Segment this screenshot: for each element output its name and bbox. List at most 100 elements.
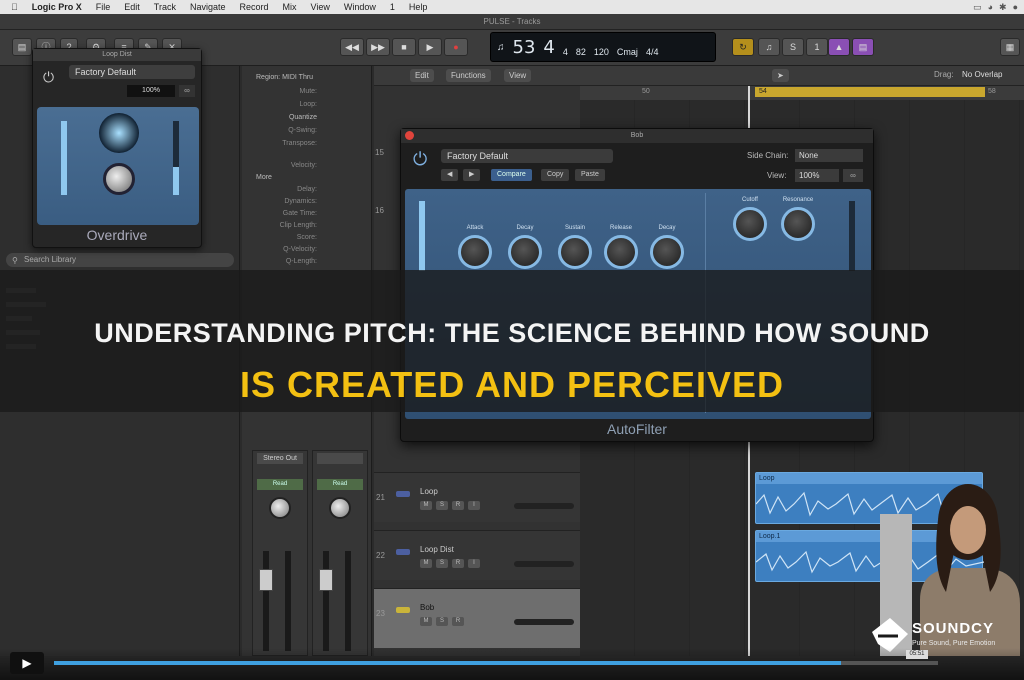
solo-button[interactable]: S bbox=[436, 501, 448, 510]
input-monitor-button[interactable]: I bbox=[468, 501, 480, 510]
mute-button[interactable]: M bbox=[420, 617, 432, 626]
paste-button[interactable]: Paste bbox=[575, 169, 605, 181]
browsers-button[interactable]: ▦ bbox=[1000, 38, 1020, 56]
functions-menu[interactable]: Functions bbox=[446, 69, 491, 82]
tone-knob[interactable] bbox=[103, 163, 135, 195]
record-enable-button[interactable]: R bbox=[452, 559, 464, 568]
view-percentage[interactable]: 100% bbox=[127, 85, 175, 97]
link-icon[interactable]: ∞ bbox=[179, 85, 195, 97]
sustain-knob[interactable] bbox=[558, 235, 592, 269]
copy-button[interactable]: Copy bbox=[541, 169, 570, 181]
channel-output-label[interactable]: Stereo Out bbox=[257, 453, 303, 464]
view-menu[interactable]: View bbox=[504, 69, 532, 82]
output-slider[interactable] bbox=[849, 201, 855, 271]
apple-icon[interactable]:  bbox=[4, 2, 25, 12]
volume-fader-track[interactable] bbox=[323, 551, 329, 651]
track-name[interactable]: Loop Dist bbox=[420, 545, 454, 554]
volume-fader-track[interactable] bbox=[263, 551, 269, 651]
menu-app-name[interactable]: Logic Pro X bbox=[25, 2, 89, 12]
record-enable-button[interactable]: R bbox=[452, 501, 464, 510]
plugin-window-title[interactable]: Bob bbox=[401, 129, 873, 143]
track-name[interactable]: Loop bbox=[420, 487, 438, 496]
drag-label: Drag: bbox=[934, 70, 954, 79]
fast-forward-button[interactable]: ▶▶ bbox=[366, 38, 390, 56]
compare-button[interactable]: Compare bbox=[491, 169, 532, 181]
solo-button[interactable]: S bbox=[436, 617, 448, 626]
power-icon[interactable]: ⏻ bbox=[413, 149, 427, 170]
track-volume-slider[interactable] bbox=[514, 503, 574, 509]
track-volume-slider[interactable] bbox=[514, 561, 574, 567]
bluetooth-icon[interactable]: ✱ bbox=[999, 2, 1007, 13]
display-icon[interactable]: ▭ bbox=[973, 2, 982, 13]
channel-output-label[interactable] bbox=[317, 453, 363, 464]
cycle-region[interactable]: 54 bbox=[755, 87, 985, 97]
side-chain-select[interactable]: None bbox=[795, 149, 863, 162]
search-library-input[interactable]: Search Library bbox=[6, 253, 234, 267]
menu-1[interactable]: 1 bbox=[383, 2, 402, 12]
close-icon[interactable] bbox=[405, 131, 414, 140]
track-row[interactable]: 21 Loop M S R I bbox=[374, 472, 580, 522]
track-row-selected[interactable]: 23 Bob M S R bbox=[374, 588, 580, 648]
menu-mix[interactable]: Mix bbox=[276, 2, 304, 12]
menu-edit[interactable]: Edit bbox=[117, 2, 147, 12]
track-name[interactable]: Bob bbox=[420, 603, 434, 612]
next-preset-button[interactable]: ▶ bbox=[463, 169, 481, 181]
solo-button[interactable]: S bbox=[436, 559, 448, 568]
record-button[interactable]: ● bbox=[444, 38, 468, 56]
attack-knob[interactable] bbox=[458, 235, 492, 269]
track-volume-slider[interactable] bbox=[514, 619, 574, 625]
resonance-knob[interactable] bbox=[781, 207, 815, 241]
view-zoom-select[interactable]: 100% bbox=[795, 169, 839, 182]
menu-file[interactable]: File bbox=[89, 2, 118, 12]
stop-button[interactable]: ■ bbox=[392, 38, 416, 56]
pan-knob[interactable] bbox=[269, 497, 291, 519]
inspector-region-header[interactable]: Region: MIDI Thru bbox=[256, 74, 313, 81]
link-icon[interactable]: ∞ bbox=[843, 169, 863, 182]
wifi-icon[interactable]: ◕ bbox=[988, 2, 993, 13]
mute-button[interactable]: M bbox=[420, 559, 432, 568]
threshold-slider[interactable] bbox=[419, 201, 425, 271]
edit-menu[interactable]: Edit bbox=[410, 69, 434, 82]
previous-preset-button[interactable]: ◀ bbox=[441, 169, 459, 181]
preset-menu[interactable]: Factory Default bbox=[69, 65, 195, 79]
notepad-button[interactable]: ▤ bbox=[852, 38, 874, 56]
volume-fader-handle[interactable] bbox=[259, 569, 273, 591]
video-play-button[interactable]: ▶ bbox=[10, 652, 44, 674]
metronome-button[interactable]: ▲ bbox=[828, 38, 850, 56]
menu-navigate[interactable]: Navigate bbox=[183, 2, 233, 12]
menu-record[interactable]: Record bbox=[233, 2, 276, 12]
automation-mode[interactable]: Read bbox=[317, 479, 363, 490]
release-knob[interactable] bbox=[604, 235, 638, 269]
rewind-button[interactable]: ◀◀ bbox=[340, 38, 364, 56]
video-progress-bar[interactable] bbox=[54, 661, 938, 665]
play-button[interactable]: ▶ bbox=[418, 38, 442, 56]
drive-slider[interactable] bbox=[61, 121, 67, 195]
cutoff-knob[interactable] bbox=[733, 207, 767, 241]
menu-view[interactable]: View bbox=[304, 2, 337, 12]
track-row[interactable]: 22 Loop Dist M S R I bbox=[374, 530, 580, 580]
mute-button[interactable]: M bbox=[420, 501, 432, 510]
menu-help[interactable]: Help bbox=[402, 2, 435, 12]
drag-mode-value[interactable]: No Overlap bbox=[962, 70, 1002, 79]
pan-knob[interactable] bbox=[329, 497, 351, 519]
power-icon[interactable]: ⏻ bbox=[43, 69, 54, 86]
cycle-button[interactable]: ↻ bbox=[732, 38, 754, 56]
pointer-tool[interactable]: ➤ bbox=[772, 69, 789, 82]
user-icon[interactable]: ● bbox=[1013, 2, 1018, 13]
volume-fader-handle[interactable] bbox=[319, 569, 333, 591]
preset-menu[interactable]: Factory Default bbox=[441, 149, 613, 163]
inspector-more[interactable]: More bbox=[256, 174, 272, 181]
automation-mode[interactable]: Read bbox=[257, 479, 303, 490]
decay-knob[interactable] bbox=[508, 235, 542, 269]
menu-window[interactable]: Window bbox=[337, 2, 383, 12]
tuner-button[interactable]: ♫ bbox=[758, 38, 780, 56]
library-button[interactable]: ▤ bbox=[12, 38, 32, 56]
plugin-window-title[interactable]: Loop Dist bbox=[33, 49, 201, 61]
count-in-button[interactable]: 1 bbox=[806, 38, 828, 56]
decay-knob-2[interactable] bbox=[650, 235, 684, 269]
solo-button[interactable]: S bbox=[782, 38, 804, 56]
input-monitor-button[interactable]: I bbox=[468, 559, 480, 568]
menu-track[interactable]: Track bbox=[147, 2, 183, 12]
record-enable-button[interactable]: R bbox=[452, 617, 464, 626]
lcd-display[interactable]: ♫ 53 4 4 82 120 Cmaj 4/4 bbox=[490, 32, 716, 62]
